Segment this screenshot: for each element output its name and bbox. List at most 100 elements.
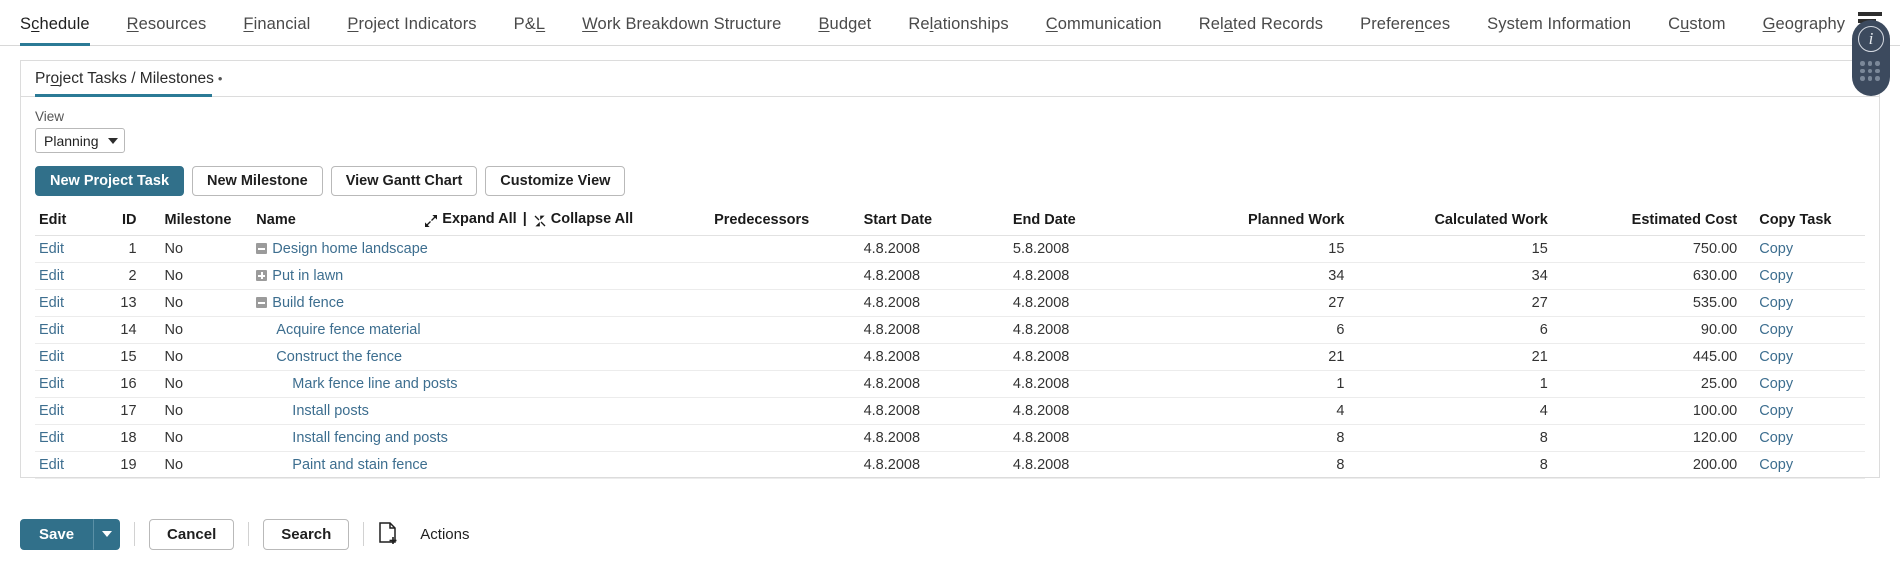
expand-all-link[interactable]: Expand All	[442, 211, 516, 227]
grid-dots-icon[interactable]	[1860, 61, 1882, 81]
dot	[1875, 61, 1880, 66]
search-button[interactable]: Search	[263, 519, 349, 550]
task-name-link[interactable]: Design home landscape	[272, 241, 428, 257]
nav-tab-p-l[interactable]: P&L	[514, 15, 546, 45]
nav-tab-custom[interactable]: Custom	[1668, 15, 1725, 45]
cell-edit[interactable]: Edit	[35, 263, 87, 290]
edit-link[interactable]: Edit	[39, 403, 64, 419]
nav-tab-preferences[interactable]: Preferences	[1360, 15, 1450, 45]
nav-tab-communication[interactable]: Communication	[1046, 15, 1162, 45]
task-name-link[interactable]: Paint and stain fence	[292, 457, 427, 473]
nav-tab-work-breakdown-structure[interactable]: Work Breakdown Structure	[582, 15, 781, 45]
edit-link[interactable]: Edit	[39, 376, 64, 392]
nav-tab-project-indicators[interactable]: Project Indicators	[347, 15, 476, 45]
edit-link[interactable]: Edit	[39, 295, 64, 311]
copy-link[interactable]: Copy	[1759, 403, 1793, 419]
collapse-all-link[interactable]: Collapse All	[551, 211, 633, 227]
save-dropdown-toggle[interactable]	[93, 519, 120, 550]
cell-edit[interactable]: Edit	[35, 290, 87, 317]
dot	[1860, 69, 1865, 74]
copy-link[interactable]: Copy	[1759, 349, 1793, 365]
cell-estimated-cost: 100.00	[1566, 398, 1755, 425]
nav-tab-geography[interactable]: Geography	[1763, 15, 1846, 45]
view-select[interactable]: Planning	[35, 128, 125, 153]
dot	[1868, 76, 1873, 81]
cell-edit[interactable]: Edit	[35, 398, 87, 425]
cell-edit[interactable]: Edit	[35, 236, 87, 263]
copy-link[interactable]: Copy	[1759, 295, 1793, 311]
cell-milestone: No	[147, 371, 257, 398]
edit-link[interactable]: Edit	[39, 349, 64, 365]
cell-copy-task[interactable]: Copy	[1755, 236, 1865, 263]
cell-copy-task[interactable]: Copy	[1755, 398, 1865, 425]
nav-tab-schedule[interactable]: Schedule	[20, 15, 90, 45]
nav-tab-related-records[interactable]: Related Records	[1199, 15, 1323, 45]
nav-tab-relationships[interactable]: Relationships	[908, 15, 1008, 45]
expand-all-icon[interactable]	[424, 214, 438, 228]
cell-id: 15	[87, 344, 147, 371]
cell-predecessors	[714, 425, 864, 452]
cell-edit[interactable]: Edit	[35, 317, 87, 344]
task-name-link[interactable]: Acquire fence material	[276, 322, 420, 338]
nav-tab-system-information[interactable]: System Information	[1487, 15, 1631, 45]
cell-milestone: No	[147, 398, 257, 425]
table-header-row: Edit ID Milestone Name Expand All |	[35, 208, 1865, 236]
edit-link[interactable]: Edit	[39, 322, 64, 338]
task-name-link[interactable]: Install posts	[292, 403, 369, 419]
edit-link[interactable]: Edit	[39, 241, 64, 257]
new-milestone-button[interactable]: New Milestone	[192, 166, 323, 196]
edit-link[interactable]: Edit	[39, 457, 64, 473]
cell-id: 14	[87, 317, 147, 344]
cell-end-date: 4.8.2008	[1013, 398, 1152, 425]
cell-copy-task[interactable]: Copy	[1755, 317, 1865, 344]
cell-start-date: 4.8.2008	[864, 398, 1013, 425]
copy-link[interactable]: Copy	[1759, 457, 1793, 473]
tab-project-tasks-milestones[interactable]: Project Tasks / Milestones•	[35, 70, 222, 96]
nav-tab-budget[interactable]: Budget	[818, 15, 871, 45]
cell-copy-task[interactable]: Copy	[1755, 263, 1865, 290]
cell-planned-work: 4	[1152, 398, 1366, 425]
cell-milestone: No	[147, 452, 257, 479]
cell-copy-task[interactable]: Copy	[1755, 425, 1865, 452]
copy-link[interactable]: Copy	[1759, 430, 1793, 446]
actions-menu[interactable]: Actions	[420, 526, 469, 543]
cancel-button[interactable]: Cancel	[149, 519, 234, 550]
collapse-all-icon[interactable]	[533, 214, 547, 228]
collapse-node-icon[interactable]	[256, 243, 267, 254]
cell-edit[interactable]: Edit	[35, 371, 87, 398]
task-name-link[interactable]: Construct the fence	[276, 349, 402, 365]
copy-link[interactable]: Copy	[1759, 376, 1793, 392]
copy-link[interactable]: Copy	[1759, 322, 1793, 338]
cell-copy-task[interactable]: Copy	[1755, 371, 1865, 398]
customize-view-button[interactable]: Customize View	[485, 166, 625, 196]
cell-start-date: 4.8.2008	[864, 452, 1013, 479]
info-icon[interactable]: i	[1858, 26, 1884, 52]
cell-start-date: 4.8.2008	[864, 317, 1013, 344]
help-widget[interactable]: i	[1852, 20, 1890, 96]
column-header-planned-work: Planned Work	[1152, 208, 1366, 236]
edit-link[interactable]: Edit	[39, 268, 64, 284]
cell-copy-task[interactable]: Copy	[1755, 290, 1865, 317]
view-gantt-chart-button[interactable]: View Gantt Chart	[331, 166, 478, 196]
nav-tab-financial[interactable]: Financial	[243, 15, 310, 45]
copy-link[interactable]: Copy	[1759, 268, 1793, 284]
collapse-node-icon[interactable]	[256, 297, 267, 308]
cell-copy-task[interactable]: Copy	[1755, 344, 1865, 371]
new-document-icon[interactable]	[378, 522, 398, 546]
cell-copy-task[interactable]: Copy	[1755, 452, 1865, 479]
cell-name: Design home landscape	[256, 236, 714, 263]
copy-link[interactable]: Copy	[1759, 241, 1793, 257]
task-name-link[interactable]: Install fencing and posts	[292, 430, 448, 446]
task-name-link[interactable]: Put in lawn	[272, 268, 343, 284]
cell-edit[interactable]: Edit	[35, 344, 87, 371]
task-name-link[interactable]: Mark fence line and posts	[292, 376, 457, 392]
task-name-link[interactable]: Build fence	[272, 295, 344, 311]
expand-node-icon[interactable]	[256, 270, 267, 281]
nav-tab-resources[interactable]: Resources	[127, 15, 207, 45]
new-project-task-button[interactable]: New Project Task	[35, 166, 184, 196]
cell-edit[interactable]: Edit	[35, 452, 87, 479]
cell-edit[interactable]: Edit	[35, 425, 87, 452]
save-split-button[interactable]: Save	[20, 519, 120, 550]
save-button[interactable]: Save	[20, 519, 93, 550]
edit-link[interactable]: Edit	[39, 430, 64, 446]
